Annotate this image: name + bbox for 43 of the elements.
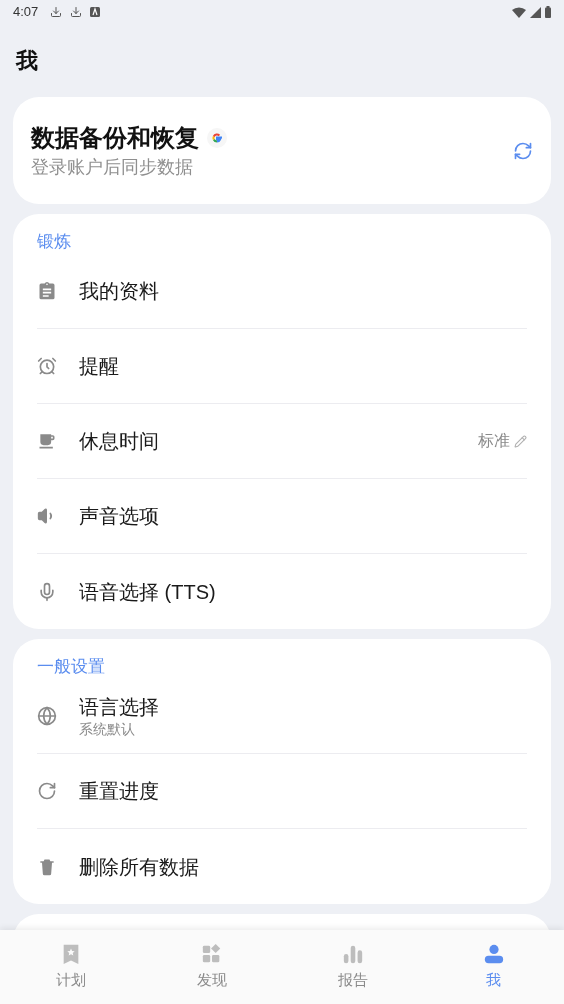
page-title: 我 <box>16 47 38 75</box>
settings-item[interactable]: 重置进度 <box>37 754 527 829</box>
item-label: 提醒 <box>79 354 120 379</box>
nav-tab[interactable]: 计划 <box>0 930 141 1004</box>
settings-item[interactable]: 提醒 <box>37 329 527 404</box>
widgets-icon <box>200 942 223 965</box>
coffee-cup-icon <box>37 431 57 451</box>
item-label: 声音选项 <box>79 504 160 529</box>
google-logo-icon <box>207 127 227 148</box>
wifi-icon <box>512 6 526 18</box>
battery-icon <box>545 6 551 18</box>
item-label: 语音选择 (TTS) <box>79 579 217 605</box>
settings-item[interactable]: 声音选项 <box>37 479 527 554</box>
settings-item[interactable]: 语音选择 (TTS) <box>37 554 527 629</box>
sync-icon[interactable] <box>513 140 533 161</box>
settings-item[interactable]: 语言选择 系统默认 <box>37 679 527 754</box>
person-icon <box>482 942 505 965</box>
status-time: 4:07 <box>13 3 39 22</box>
pencil-icon[interactable] <box>514 434 527 448</box>
signal-icon <box>530 6 541 18</box>
alarm-clock-icon <box>37 356 57 376</box>
globe-icon <box>37 706 57 726</box>
microphone-icon <box>37 581 57 602</box>
item-label: 重置进度 <box>79 779 160 804</box>
item-label: 删除所有数据 <box>79 854 200 880</box>
backup-title: 数据备份和恢复 <box>31 122 199 153</box>
item-label: 我的资料 <box>79 279 160 304</box>
item-label: 语言选择 <box>79 695 160 720</box>
section-heading: 锻炼 <box>37 232 71 251</box>
item-value: 标准 <box>478 431 510 451</box>
clipboard-icon <box>37 281 57 301</box>
backup-card[interactable]: 数据备份和恢复 登录账户后同步数据 <box>13 97 551 204</box>
settings-item[interactable]: 我的资料 <box>37 254 527 329</box>
download-icon <box>50 6 63 18</box>
settings-item[interactable]: 休息时间 标准 <box>37 404 527 479</box>
item-subtitle: 系统默认 <box>79 720 136 738</box>
section-heading: 一般设置 <box>37 657 105 676</box>
app-notification-icon <box>90 7 101 17</box>
backup-subtitle: 登录账户后同步数据 <box>31 155 194 179</box>
refresh-icon <box>37 781 57 801</box>
settings-item[interactable]: 删除所有数据 <box>37 829 527 904</box>
download-icon <box>70 6 83 18</box>
item-label: 休息时间 <box>79 429 160 454</box>
